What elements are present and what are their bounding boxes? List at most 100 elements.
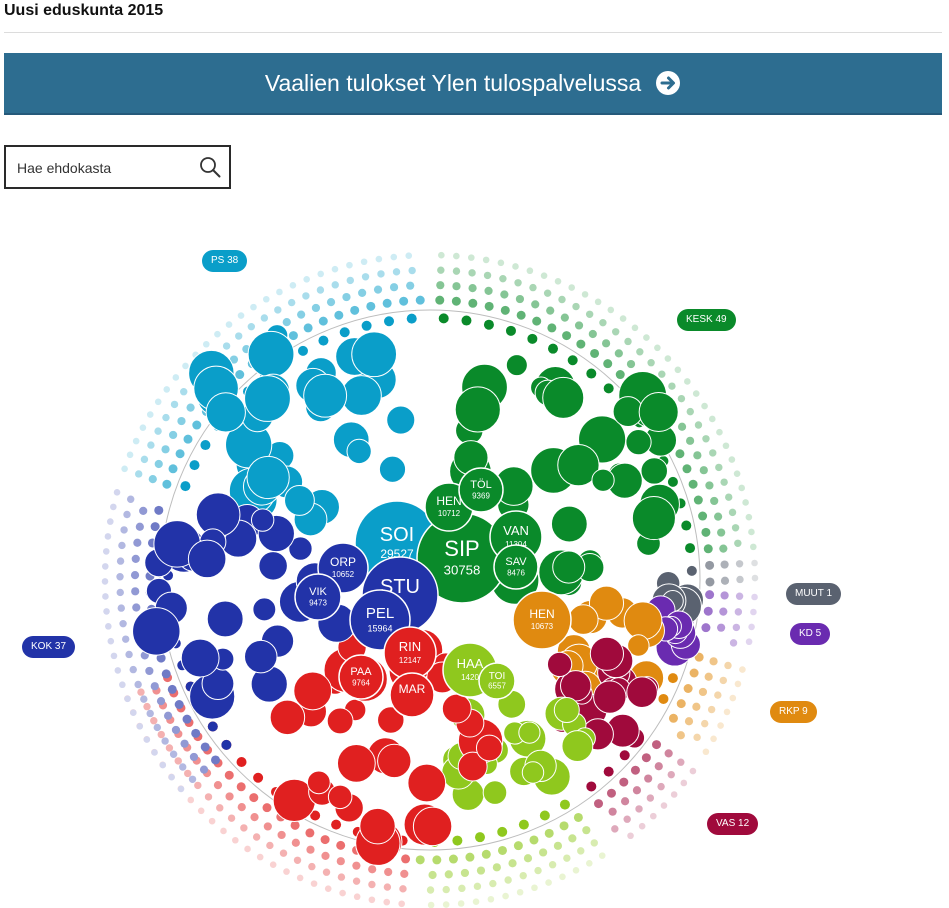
candidate-dot (282, 318, 291, 327)
candidate-dot (619, 750, 630, 761)
party-label-ps[interactable]: PS 38 (202, 250, 248, 272)
candidate-dot (442, 901, 450, 908)
elected-bubble (638, 391, 679, 433)
candidate-abbr: TÖL (470, 479, 491, 491)
elected-bubble (359, 807, 396, 845)
candidate-dot (262, 803, 272, 813)
candidate-dot (505, 325, 516, 336)
elected-bubble (552, 550, 586, 584)
candidate-dot (735, 560, 744, 568)
candidate-dot (121, 635, 130, 643)
candidate-dot (680, 779, 688, 787)
candidate-dot (720, 560, 729, 569)
search-icon[interactable] (199, 156, 221, 178)
candidate-dot (484, 286, 493, 295)
elected-bubble (412, 806, 453, 847)
party-label-kok[interactable]: KOK 37 (22, 636, 76, 658)
elected-bubble (351, 331, 398, 378)
candidate-dot (346, 276, 354, 285)
candidate-dot (523, 854, 533, 863)
candidate-dot (599, 318, 607, 327)
candidate-dot (719, 607, 728, 616)
candidate-dot (377, 270, 385, 278)
candidate-dot (436, 281, 445, 290)
candidate-dot (154, 459, 163, 469)
candidate-dot (172, 374, 180, 381)
candidate-abbr: HEN (529, 607, 554, 621)
candidate-dot (250, 303, 257, 311)
candidate-dot (745, 638, 753, 646)
candidate-dot (186, 403, 195, 412)
candidate-dot (736, 575, 744, 584)
candidate-abbr: PAA (350, 666, 372, 678)
candidate-dot (572, 302, 580, 311)
candidate-dot (598, 852, 606, 859)
elected-bubble (505, 354, 528, 377)
arrow-circle-right-icon (655, 70, 681, 96)
candidate-dot (175, 449, 185, 459)
candidate-dot (162, 413, 170, 422)
candidate-dot (686, 436, 695, 445)
candidate-dot (177, 416, 186, 426)
elected-bubble (475, 734, 503, 762)
candidate-abbr: VAN (503, 523, 529, 538)
candidate-dot (361, 273, 370, 281)
candidate-dot (568, 834, 577, 843)
elected-bubble (327, 784, 353, 810)
candidate-abbr: ORP (330, 555, 356, 569)
party-label-vas[interactable]: VAS 12 (707, 813, 759, 835)
candidate-dot (504, 876, 512, 884)
candidate-dot (603, 383, 614, 394)
candidate-votes: 10712 (438, 509, 461, 518)
party-label-kd[interactable]: KD 5 (790, 623, 831, 645)
candidate-dot (101, 563, 109, 570)
elected-bubble (553, 697, 580, 724)
candidate-dot (118, 541, 126, 550)
candidate-dot (276, 288, 283, 296)
candidate-dot (452, 835, 463, 846)
candidate-votes: 9369 (472, 491, 490, 500)
candidate-dot (734, 680, 742, 688)
candidate-dot (650, 812, 657, 820)
candidate-dot (548, 343, 559, 354)
candidate-dot (514, 279, 522, 287)
party-label-muut[interactable]: MUUT 1 (786, 583, 842, 605)
candidate-dot (719, 544, 728, 553)
title-divider (4, 32, 942, 33)
candidate-dot (127, 495, 135, 503)
party-label-rkp[interactable]: RKP 9 (770, 701, 817, 723)
candidate-dot (182, 362, 189, 370)
search-input[interactable] (15, 156, 194, 180)
candidate-dot (626, 359, 636, 369)
candidate-dot (339, 889, 346, 897)
candidate-dot (358, 288, 367, 298)
results-banner-link[interactable]: Vaalien tulokset Ylen tulospalvelussa (4, 53, 942, 115)
candidate-dot (442, 885, 450, 894)
candidate-dot (256, 853, 264, 861)
candidate-dot (250, 813, 259, 822)
candidate-dot (110, 503, 117, 511)
candidate-dot (608, 807, 617, 816)
candidate-dot (194, 781, 202, 790)
candidate-dot (401, 854, 411, 864)
elected-bubble (441, 693, 472, 724)
candidate-dot (240, 824, 248, 832)
candidate-dot (701, 402, 708, 410)
candidate-dot (641, 753, 651, 763)
candidate-dot (297, 310, 306, 319)
candidate-dot (222, 342, 231, 350)
candidate-dot (183, 434, 193, 444)
candidate-dot (500, 290, 509, 299)
candidate-dot (334, 310, 344, 320)
candidate-dot (553, 841, 563, 850)
candidate-dot (518, 819, 529, 830)
candidate-dot (179, 763, 187, 771)
candidate-votes: 6557 (488, 682, 506, 691)
candidate-abbr: TOI (489, 671, 505, 682)
candidate-dot (336, 840, 346, 850)
candidate-dot (701, 527, 711, 537)
party-label-kesk[interactable]: KESK 49 (677, 309, 736, 331)
candidate-dot (320, 835, 330, 845)
candidate-dot (169, 430, 178, 440)
candidate-dot (150, 682, 159, 691)
